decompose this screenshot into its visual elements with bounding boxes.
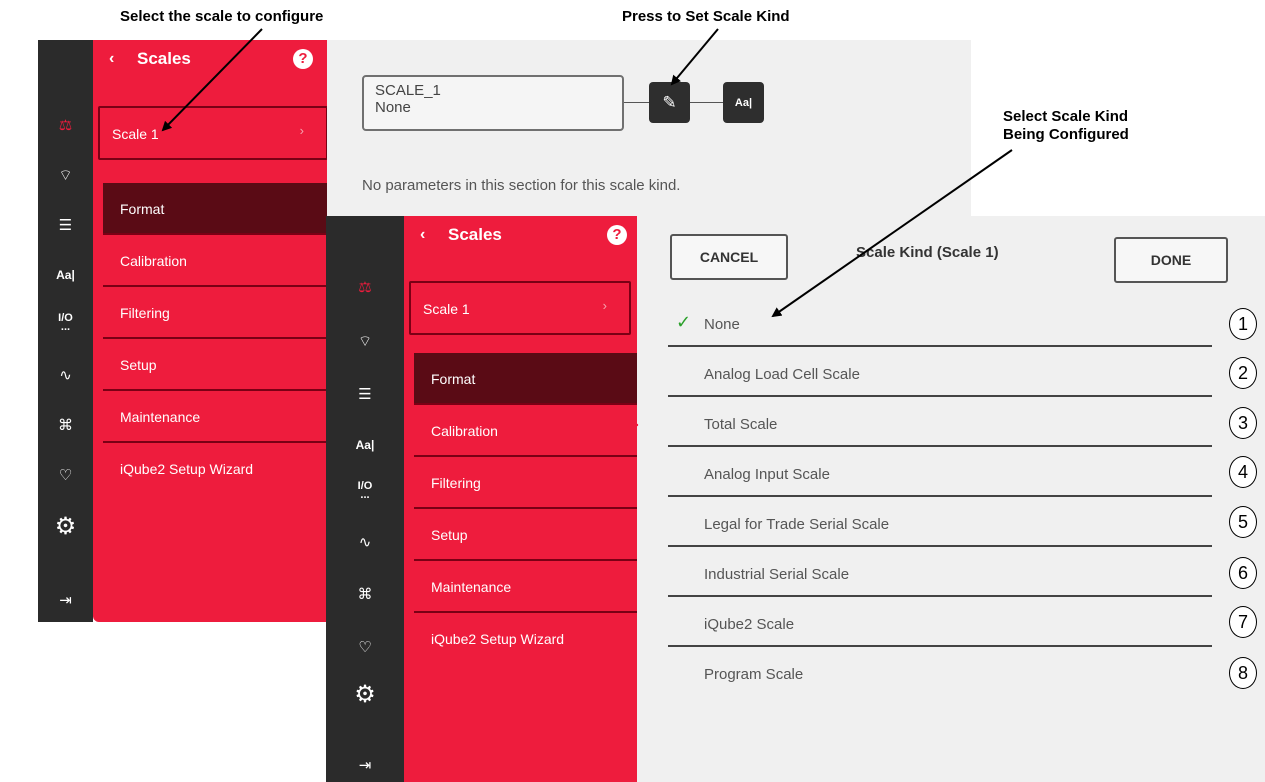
- chevron-right-icon: ›: [299, 123, 304, 138]
- back-icon[interactable]: ‹: [420, 226, 425, 244]
- text-button[interactable]: Aa|: [723, 82, 764, 123]
- edit-kind-button[interactable]: ✎: [649, 82, 690, 123]
- kind-label: Analog Input Scale: [704, 466, 830, 483]
- heart-icon[interactable]: ♡: [326, 634, 404, 660]
- kind-item-none[interactable]: ✓ None: [668, 297, 1212, 347]
- kind-item-iqube2[interactable]: iQube2 Scale: [668, 597, 1212, 647]
- icon-rail: ⚖ ⌔ ☰ Aa| I/O... ∿ ⌘ ♡ ⚙ ⇥: [326, 216, 404, 782]
- dialog-title: Scale Kind (Scale 1): [856, 244, 999, 261]
- gear-icon[interactable]: ⚙: [38, 512, 93, 540]
- help-icon[interactable]: ?: [293, 49, 313, 69]
- kind-label: Legal for Trade Serial Scale: [704, 516, 890, 533]
- io-icon[interactable]: I/O...: [326, 478, 404, 504]
- kind-label: iQube2 Scale: [704, 616, 795, 633]
- number-callout-2: 2: [1229, 357, 1257, 389]
- kind-item-total[interactable]: Total Scale: [668, 397, 1212, 447]
- wireless-icon[interactable]: ⌔: [38, 162, 93, 188]
- menu-item-maintenance[interactable]: Maintenance: [103, 391, 328, 443]
- text-aa-icon: Aa|: [734, 96, 753, 109]
- menu-item-setup[interactable]: Setup: [103, 339, 328, 391]
- number-callout-3: 3: [1229, 407, 1257, 439]
- scale-name: SCALE_1: [375, 82, 441, 99]
- kind-item-analog-load-cell[interactable]: Analog Load Cell Scale: [668, 347, 1212, 397]
- menu-item-setup-wizard[interactable]: iQube2 Setup Wizard: [103, 443, 328, 495]
- cancel-button[interactable]: CANCEL: [670, 234, 788, 280]
- scale-icon[interactable]: ⚖: [326, 274, 404, 300]
- callout-select-scale: Select the scale to configure: [120, 8, 324, 25]
- scale-selector[interactable]: Scale 1 ›: [98, 106, 328, 160]
- kind-item-program[interactable]: Program Scale: [668, 647, 1212, 697]
- gear-icon[interactable]: ⚙: [326, 680, 404, 708]
- menu-item-maintenance[interactable]: Maintenance: [414, 561, 637, 613]
- scales-menu: Format Calibration Filtering Setup Maint…: [103, 183, 328, 495]
- scale-kind-list: ✓ None Analog Load Cell Scale Total Scal…: [668, 297, 1212, 697]
- number-callout-6: 6: [1229, 557, 1257, 589]
- logout-icon[interactable]: ⇥: [326, 752, 404, 778]
- done-button[interactable]: DONE: [1114, 237, 1228, 283]
- scales-menu: Format Calibration Filtering Setup Maint…: [414, 353, 637, 665]
- connector: [690, 102, 723, 103]
- front-screen: ⚖ ⌔ ☰ Aa| I/O... ∿ ⌘ ♡ ⚙ ⇥ ‹ Scales ? Sc…: [326, 216, 637, 782]
- icon-rail: ⚖ ⌔ ☰ Aa| I/O... ∿ ⌘ ♡ ⚙ ⇥: [38, 40, 93, 622]
- menu-item-format[interactable]: Format: [414, 353, 637, 405]
- callout-set-kind: Press to Set Scale Kind: [622, 8, 790, 25]
- scale-kind-dialog: CANCEL Scale Kind (Scale 1) DONE ✓ None …: [637, 216, 1265, 782]
- panel-header: ‹ Scales ?: [404, 216, 637, 256]
- kind-label: Total Scale: [704, 416, 778, 433]
- list-icon[interactable]: ☰: [326, 381, 404, 407]
- text-aa-icon[interactable]: Aa|: [38, 262, 93, 288]
- connector: [624, 102, 649, 103]
- scale-selector[interactable]: Scale 1 ›: [409, 281, 631, 335]
- kind-label: Industrial Serial Scale: [704, 566, 850, 583]
- panel-header: ‹ Scales ?: [93, 40, 328, 80]
- wireless-icon[interactable]: ⌔: [326, 328, 404, 354]
- number-callout-1: 1: [1229, 308, 1257, 340]
- heart-icon[interactable]: ♡: [38, 462, 93, 488]
- pencil-icon: ✎: [662, 92, 677, 112]
- scale-icon[interactable]: ⚖: [38, 112, 93, 138]
- kind-label: None: [704, 316, 740, 333]
- scales-panel: ‹ Scales ? Scale 1 › Format Calibration …: [93, 40, 328, 622]
- scale-selector-label: Scale 1: [112, 126, 159, 142]
- scale-name-box[interactable]: SCALE_1 None: [362, 75, 624, 131]
- number-callout-7: 7: [1229, 606, 1257, 638]
- signal-icon[interactable]: ∿: [38, 362, 93, 388]
- network-icon[interactable]: ⌘: [38, 412, 93, 438]
- back-screen: ⚖ ⌔ ☰ Aa| I/O... ∿ ⌘ ♡ ⚙ ⇥ ‹ Scales ? Sc…: [38, 40, 328, 622]
- chevron-right-icon: ›: [602, 298, 607, 313]
- number-callout-4: 4: [1229, 456, 1257, 488]
- menu-item-setup-wizard[interactable]: iQube2 Setup Wizard: [414, 613, 637, 665]
- back-icon[interactable]: ‹: [109, 50, 114, 68]
- no-params-message: No parameters in this section for this s…: [362, 177, 681, 194]
- signal-icon[interactable]: ∿: [326, 529, 404, 555]
- text-aa-icon[interactable]: Aa|: [326, 432, 404, 458]
- kind-item-industrial-serial[interactable]: Industrial Serial Scale: [668, 547, 1212, 597]
- kind-item-legal-for-trade-serial[interactable]: Legal for Trade Serial Scale: [668, 497, 1212, 547]
- number-callout-8: 8: [1229, 657, 1257, 689]
- menu-item-calibration[interactable]: Calibration: [414, 405, 637, 457]
- menu-item-filtering[interactable]: Filtering: [414, 457, 637, 509]
- help-icon[interactable]: ?: [607, 225, 627, 245]
- panel-title: Scales: [448, 225, 502, 244]
- kind-label: Program Scale: [704, 666, 804, 683]
- logout-icon[interactable]: ⇥: [38, 587, 93, 613]
- list-icon[interactable]: ☰: [38, 212, 93, 238]
- network-icon[interactable]: ⌘: [326, 581, 404, 607]
- scale-selector-label: Scale 1: [423, 301, 470, 317]
- scale-content: SCALE_1 None ✎ Aa| No parameters in this…: [327, 40, 971, 216]
- number-callout-5: 5: [1229, 506, 1257, 538]
- menu-item-calibration[interactable]: Calibration: [103, 235, 328, 287]
- kind-item-analog-input[interactable]: Analog Input Scale: [668, 447, 1212, 497]
- scale-kind-value: None: [375, 99, 411, 116]
- scales-panel: ‹ Scales ? Scale 1 › Format Calibration …: [404, 216, 637, 782]
- io-icon[interactable]: I/O...: [38, 310, 93, 336]
- menu-item-filtering[interactable]: Filtering: [103, 287, 328, 339]
- panel-title: Scales: [137, 49, 191, 68]
- checkmark-icon: ✓: [676, 312, 692, 333]
- callout-select-kind: Select Scale Kind Being Configured: [1003, 108, 1129, 143]
- kind-label: Analog Load Cell Scale: [704, 366, 860, 383]
- menu-item-setup[interactable]: Setup: [414, 509, 637, 561]
- menu-item-format[interactable]: Format: [103, 183, 328, 235]
